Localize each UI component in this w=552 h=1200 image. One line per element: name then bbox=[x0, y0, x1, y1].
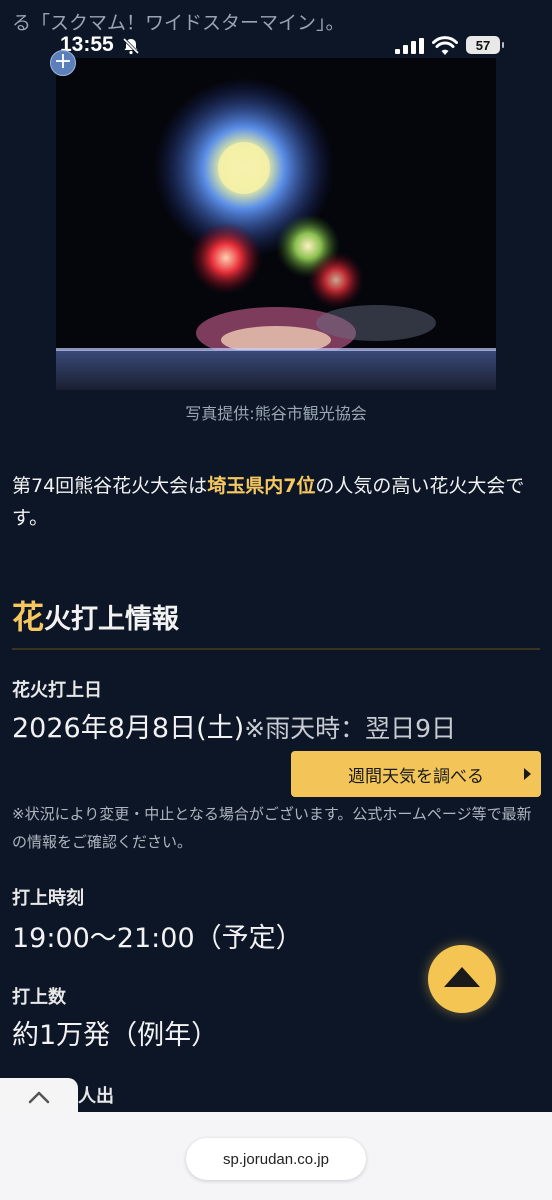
attendance-label-partial: 人出 bbox=[78, 1086, 114, 1107]
intro-part1: 第74回熊谷花火大会は bbox=[12, 475, 208, 497]
launch-time-value: 19:00〜21:00（予定） bbox=[12, 923, 303, 954]
launch-time-label: 打上時刻 bbox=[12, 888, 84, 909]
change-notice: ※状況により変更・中止となる場合がございます。公式ホームページ等で最新の情報をご… bbox=[12, 805, 532, 851]
wifi-icon bbox=[432, 36, 458, 55]
launch-date-text: 2026年8月8日(土) bbox=[12, 713, 245, 744]
bell-slash-icon bbox=[122, 37, 140, 55]
section-title-rest: 火打上情報 bbox=[44, 604, 180, 635]
intro-highlight: 埼玉県内7位 bbox=[207, 475, 316, 497]
fireworks-photo bbox=[56, 58, 496, 390]
section-title-first: 花 bbox=[12, 598, 45, 636]
launch-count-label: 打上数 bbox=[12, 987, 66, 1008]
intro-text: 第74回熊谷花火大会は埼玉県内7位の人気の高い花火大会です。 bbox=[12, 470, 542, 534]
battery-icon: 57 bbox=[466, 36, 504, 54]
signal-icon bbox=[395, 38, 424, 54]
back-to-top-button[interactable] bbox=[428, 945, 496, 1013]
section-divider bbox=[12, 648, 540, 650]
back-to-top-icon bbox=[444, 967, 480, 987]
url-bar[interactable]: sp.jorudan.co.jp bbox=[186, 1138, 366, 1180]
section-title: 花火打上情報 bbox=[12, 592, 179, 638]
previous-text-clip: る「スクマム！ワイドスターマイン」。 bbox=[12, 12, 345, 34]
caret-right-icon bbox=[524, 768, 531, 780]
photo-caption: 写真提供:熊谷市観光協会 bbox=[185, 404, 367, 423]
weekly-weather-label: 週間天気を調べる bbox=[348, 766, 484, 787]
launch-date-label: 花火打上日 bbox=[12, 680, 102, 701]
plus-icon[interactable]: + bbox=[50, 50, 76, 76]
launch-count-value: 約1万発（例年） bbox=[12, 1020, 219, 1051]
weekly-weather-button[interactable]: 週間天気を調べる bbox=[291, 751, 541, 797]
chevron-up-icon bbox=[28, 1091, 50, 1104]
launch-date-value: 2026年8月8日(土)※雨天時：翌日9日 bbox=[12, 706, 456, 745]
rain-note: ※雨天時：翌日9日 bbox=[244, 714, 456, 743]
